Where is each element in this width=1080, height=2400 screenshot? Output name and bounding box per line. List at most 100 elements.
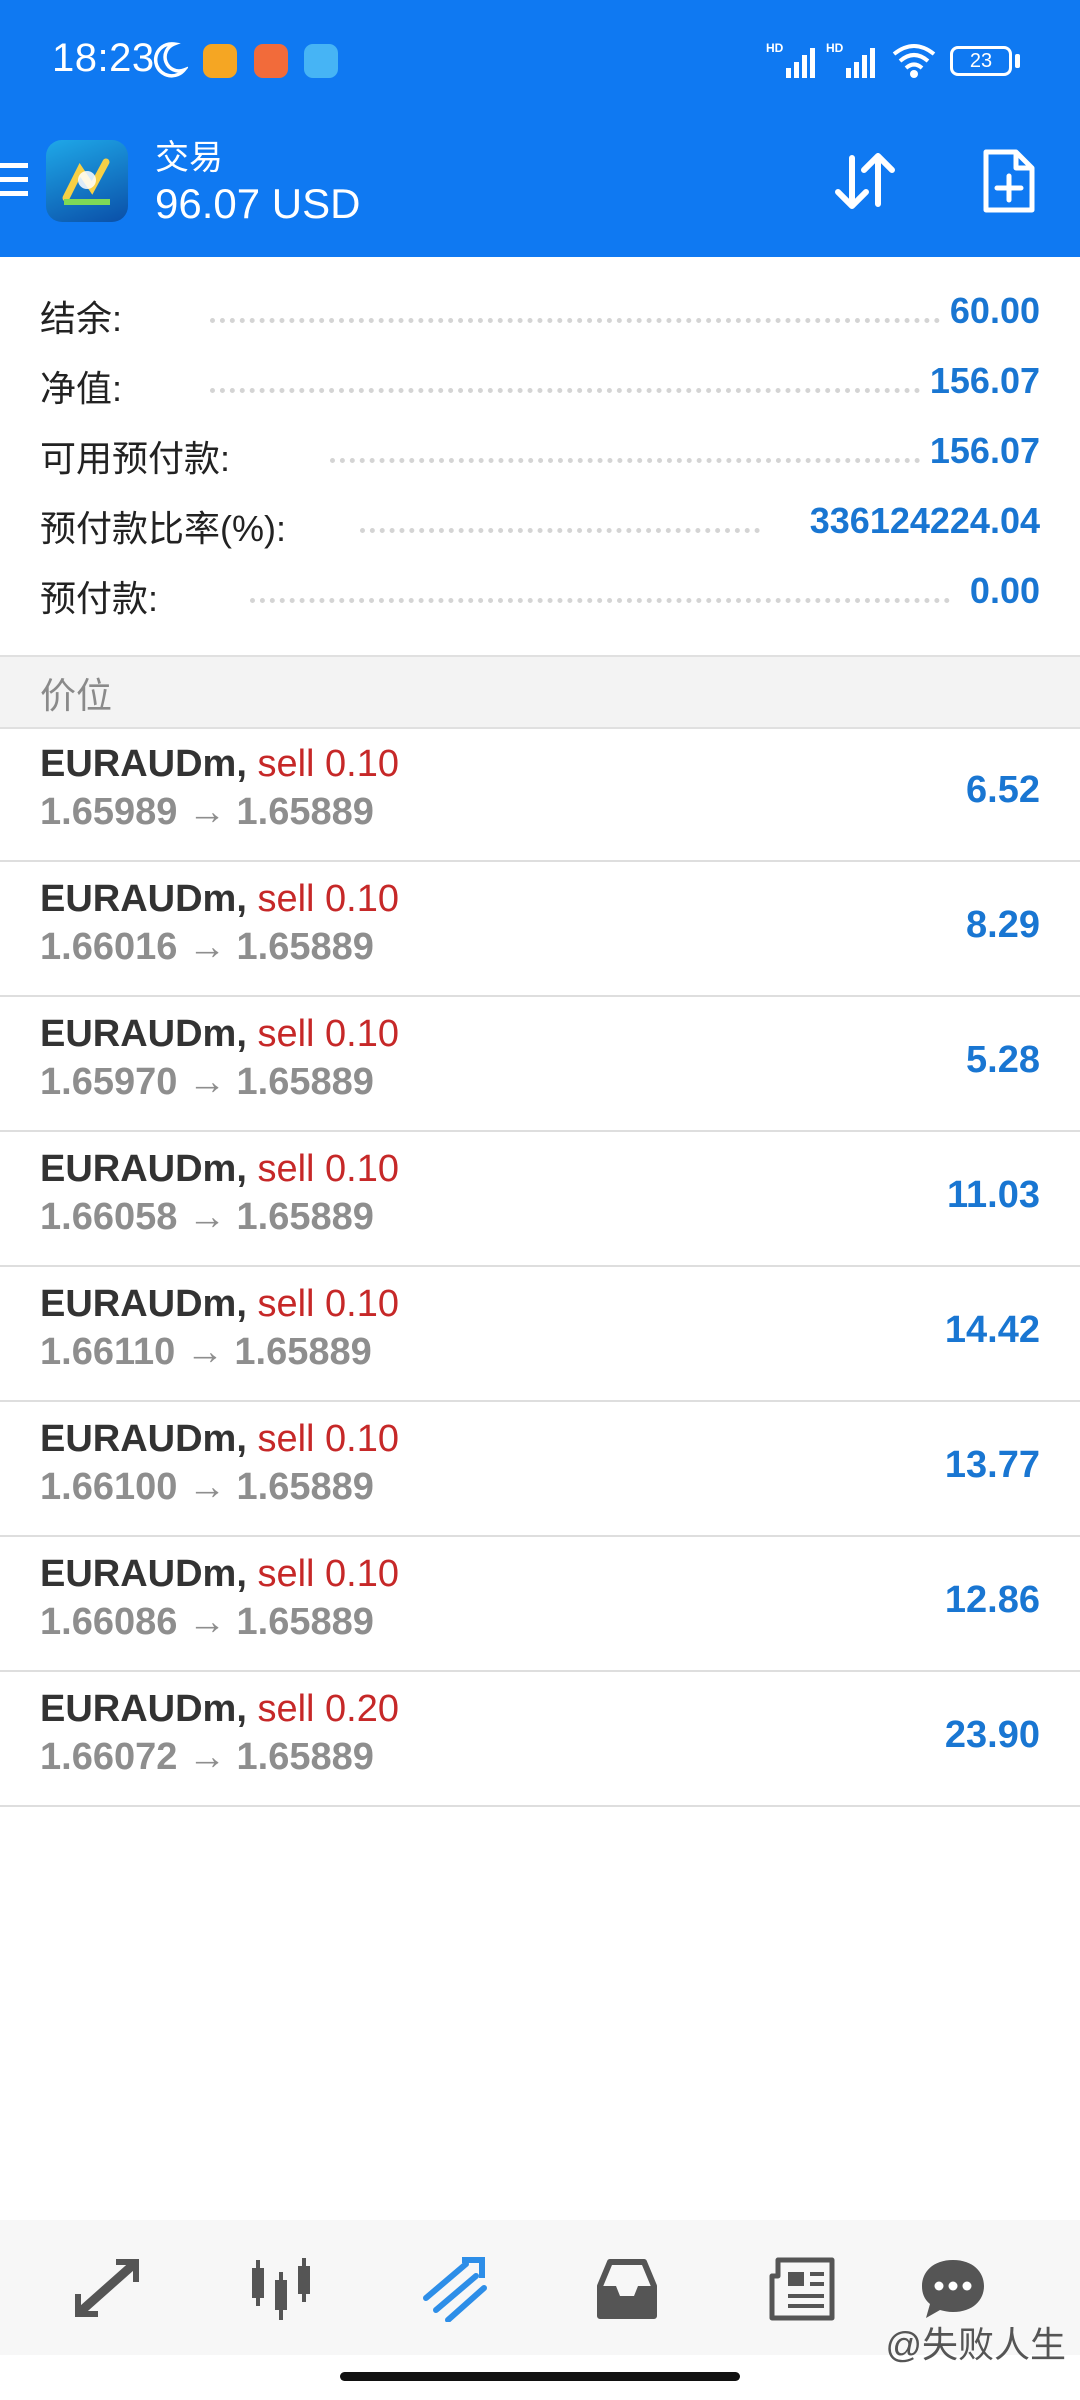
- wifi-icon: [892, 44, 936, 78]
- current-price: 1.65889: [236, 1466, 374, 1508]
- open-price: 1.66086: [40, 1601, 178, 1643]
- position-row[interactable]: EURAUDm, sell 0.10 1.66110 → 1.65889 14.…: [0, 1267, 1080, 1402]
- summary-value: 0.00: [959, 570, 1040, 612]
- summary-row-margin-level: 预付款比率(%): 336124224.04: [0, 490, 1080, 560]
- watermark: @失败人生: [885, 2324, 1066, 2365]
- position-symbol: EURAUDm,: [40, 1418, 247, 1460]
- battery-tip: [1015, 54, 1020, 68]
- arrow-icon: →: [187, 1466, 226, 1508]
- page-title: 交易: [155, 139, 223, 177]
- section-title: 价位: [40, 675, 113, 716]
- open-price: 1.66058: [40, 1196, 178, 1238]
- home-indicator[interactable]: [340, 2372, 740, 2381]
- open-price: 1.66016: [40, 926, 178, 968]
- messages-icon[interactable]: [918, 2256, 988, 2322]
- position-symbol: EURAUDm,: [40, 1553, 247, 1595]
- open-price: 1.66100: [40, 1466, 178, 1508]
- menu-icon[interactable]: [0, 163, 28, 199]
- sort-icon[interactable]: [832, 150, 898, 212]
- position-row[interactable]: EURAUDm, sell 0.10 1.66058 → 1.65889 11.…: [0, 1132, 1080, 1267]
- position-profit: 6.52: [966, 769, 1040, 811]
- status-time: 18:23: [52, 36, 155, 80]
- app-logo: [46, 140, 128, 222]
- position-prices: 1.66058 → 1.65889: [40, 1196, 374, 1239]
- dot-leader: [360, 528, 760, 537]
- position-symbol: EURAUDm,: [40, 1688, 247, 1730]
- position-title: EURAUDm, sell 0.10: [40, 1418, 399, 1461]
- position-profit: 5.28: [966, 1039, 1040, 1081]
- open-price: 1.65970: [40, 1061, 178, 1103]
- open-price: 1.66110: [40, 1331, 176, 1373]
- svg-text:HD: HD: [826, 41, 844, 55]
- dot-leader: [210, 388, 950, 397]
- notification-app-icon: [203, 44, 237, 78]
- position-symbol: EURAUDm,: [40, 878, 247, 920]
- current-price: 1.65889: [234, 1331, 372, 1373]
- summary-row-balance: 结余: 60.00: [0, 280, 1080, 350]
- position-side: sell 0.10: [257, 1553, 400, 1595]
- position-symbol: EURAUDm,: [40, 1148, 247, 1190]
- position-prices: 1.66110 → 1.65889: [40, 1331, 372, 1374]
- current-price: 1.65889: [236, 1601, 374, 1643]
- new-order-icon[interactable]: [980, 148, 1036, 214]
- open-price: 1.66072: [40, 1736, 178, 1778]
- arrow-icon: →: [185, 1331, 224, 1373]
- moon-icon: [153, 42, 188, 78]
- position-profit: 12.86: [944, 1579, 1040, 1621]
- position-symbol: EURAUDm,: [40, 1013, 247, 1055]
- summary-value: 336124224.04: [799, 500, 1040, 542]
- dot-leader: [250, 598, 950, 607]
- position-prices: 1.66072 → 1.65889: [40, 1736, 374, 1779]
- position-side: sell 0.20: [257, 1688, 400, 1730]
- news-icon[interactable]: [764, 2256, 836, 2322]
- summary-value: 156.07: [919, 360, 1040, 402]
- chart-icon[interactable]: [246, 2256, 316, 2322]
- history-icon[interactable]: [592, 2256, 662, 2322]
- summary-label: 预付款:: [40, 570, 169, 622]
- positions-list: EURAUDm, sell 0.10 1.65989 → 1.65889 6.5…: [0, 727, 1080, 1807]
- trade-icon[interactable]: [420, 2256, 490, 2322]
- position-row[interactable]: EURAUDm, sell 0.10 1.66016 → 1.65889 8.2…: [0, 862, 1080, 997]
- open-price: 1.65989: [40, 791, 178, 833]
- notification-app-icon: [254, 44, 288, 78]
- summary-label: 净值:: [40, 360, 133, 412]
- position-side: sell 0.10: [257, 1283, 400, 1325]
- position-row[interactable]: EURAUDm, sell 0.20 1.66072 → 1.65889 23.…: [0, 1672, 1080, 1807]
- position-profit: 8.29: [966, 904, 1040, 946]
- position-title: EURAUDm, sell 0.20: [40, 1688, 399, 1731]
- position-row[interactable]: EURAUDm, sell 0.10 1.65970 → 1.65889 5.2…: [0, 997, 1080, 1132]
- summary-row-equity: 净值: 156.07: [0, 350, 1080, 420]
- dot-leader: [330, 458, 950, 467]
- svg-text:HD: HD: [766, 41, 784, 55]
- position-side: sell 0.10: [257, 878, 400, 920]
- summary-label: 结余:: [40, 290, 133, 342]
- arrow-icon: →: [187, 926, 226, 968]
- position-row[interactable]: EURAUDm, sell 0.10 1.65989 → 1.65889 6.5…: [0, 727, 1080, 862]
- arrow-icon: →: [187, 1196, 226, 1238]
- position-title: EURAUDm, sell 0.10: [40, 1553, 399, 1596]
- position-prices: 1.66016 → 1.65889: [40, 926, 374, 969]
- position-title: EURAUDm, sell 0.10: [40, 1283, 399, 1326]
- position-side: sell 0.10: [257, 1418, 400, 1460]
- arrow-icon: →: [187, 791, 226, 833]
- position-title: EURAUDm, sell 0.10: [40, 878, 399, 921]
- summary-row-margin: 预付款: 0.00: [0, 560, 1080, 630]
- position-profit: 11.03: [947, 1174, 1040, 1216]
- position-side: sell 0.10: [257, 1013, 400, 1055]
- current-price: 1.65889: [236, 1196, 374, 1238]
- position-row[interactable]: EURAUDm, sell 0.10 1.66100 → 1.65889 13.…: [0, 1402, 1080, 1537]
- arrow-icon: →: [187, 1601, 226, 1643]
- position-symbol: EURAUDm,: [40, 743, 247, 785]
- summary-value: 156.07: [919, 430, 1040, 472]
- position-side: sell 0.10: [257, 1148, 400, 1190]
- position-symbol: EURAUDm,: [40, 1283, 247, 1325]
- app-header: 18:23 HD HD 23 交易 96.07 USD: [0, 0, 1080, 257]
- arrow-icon: →: [187, 1061, 226, 1103]
- quotes-icon[interactable]: [72, 2256, 142, 2320]
- position-row[interactable]: EURAUDm, sell 0.10 1.66086 → 1.65889 12.…: [0, 1537, 1080, 1672]
- position-prices: 1.65989 → 1.65889: [40, 791, 374, 834]
- position-prices: 1.66086 → 1.65889: [40, 1601, 374, 1644]
- position-profit: 23.90: [944, 1714, 1040, 1756]
- signal-icon: HD: [826, 41, 875, 78]
- notification-app-icon: [304, 44, 338, 78]
